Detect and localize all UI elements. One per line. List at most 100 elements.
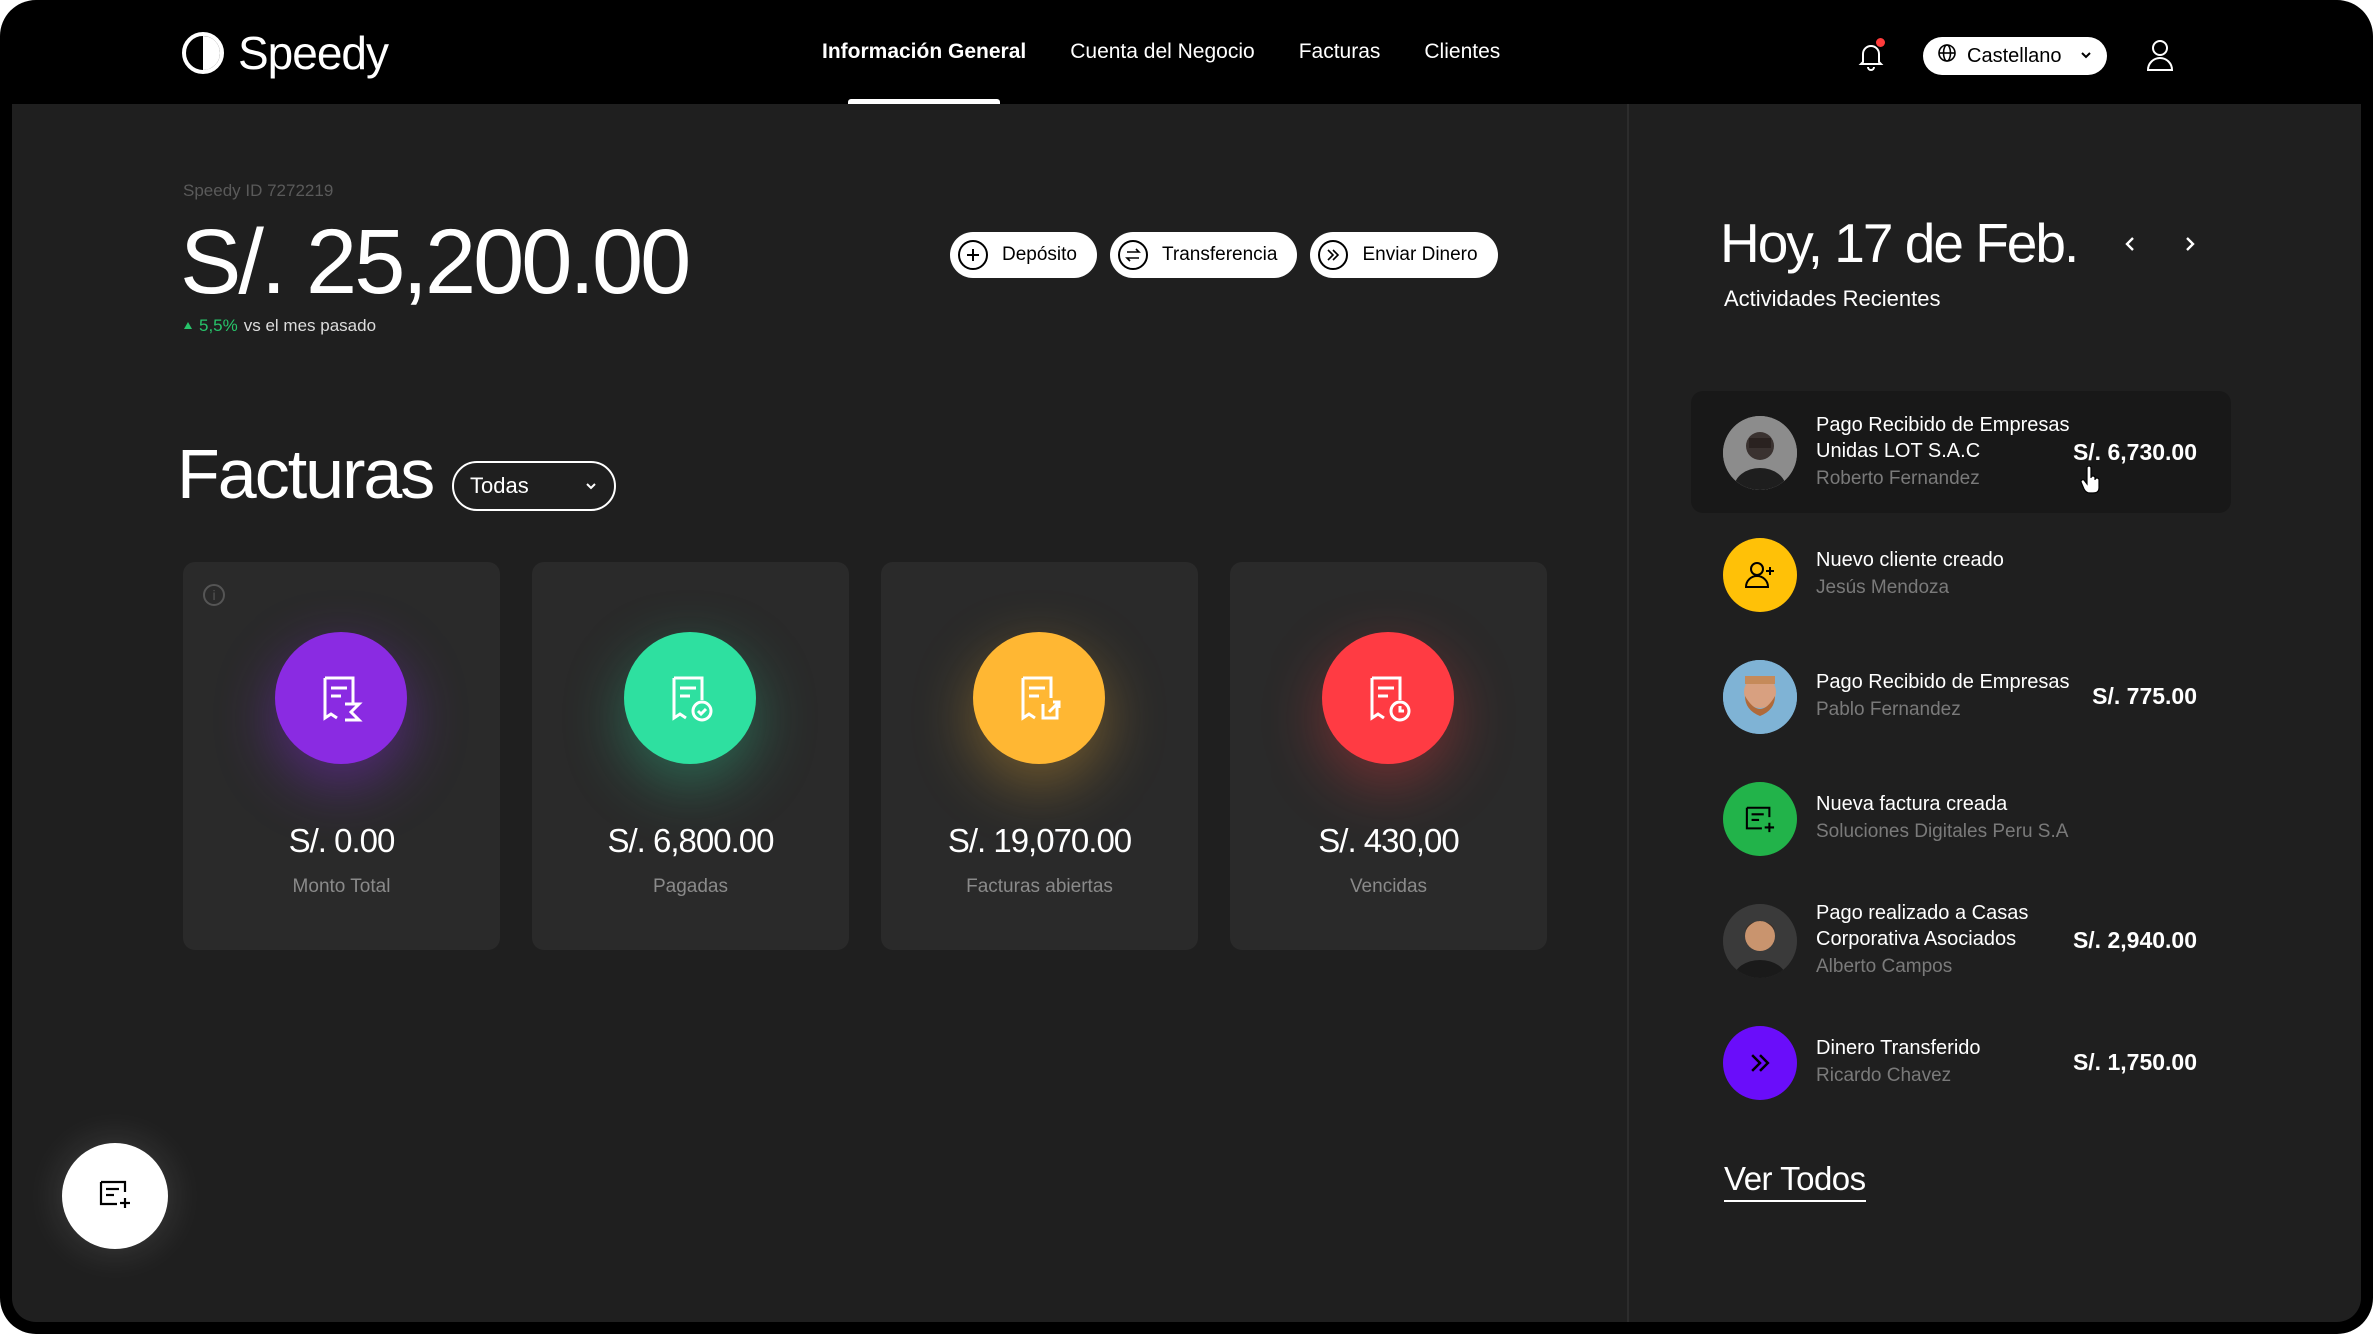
activity-title: Nuevo cliente creado [1816, 549, 2004, 571]
arrow-up-icon [183, 316, 193, 336]
invoice-card-open[interactable]: S/. 19,070.00 Facturas abiertas [881, 562, 1198, 950]
invoice-card-paid[interactable]: S/. 6,800.00 Pagadas [532, 562, 849, 950]
language-value: Castellano [1967, 44, 2062, 67]
activity-person: Soluciones Digitales Peru S.A [1816, 821, 2069, 842]
recent-activity-panel: Hoy, 17 de Feb. Actividades Recientes Pa… [1627, 104, 2361, 1322]
account-balance: S/. 25,200.00 [180, 211, 691, 313]
user-plus-icon [1723, 538, 1797, 612]
nav-item-facturas[interactable]: Facturas [1299, 0, 1381, 104]
invoice-amount: S/. 19,070.00 [947, 822, 1132, 859]
activity-person: Pablo Fernandez [1816, 699, 1961, 720]
balance-delta: 5,5% vs el mes pasado [183, 316, 376, 336]
avatar [1723, 660, 1797, 734]
list-item[interactable]: Nueva factura creada Soluciones Digitale… [1691, 757, 2231, 879]
invoice-label: Vencidas [1349, 876, 1428, 897]
invoice-label: Facturas abiertas [966, 876, 1113, 897]
double-chevron-icon [1318, 240, 1349, 270]
invoice-add-icon [97, 1178, 133, 1215]
activity-person: Ricardo Chavez [1816, 1065, 1952, 1086]
notification-bell-icon[interactable] [1855, 38, 1887, 72]
nav-item-cuenta-negocio[interactable]: Cuenta del Negocio [1070, 0, 1254, 104]
list-item-text: Pago realizado a Casas Corporativa Asoci… [1816, 879, 2086, 1001]
double-chevron-icon [1723, 1026, 1797, 1100]
activity-amount: S/. 775.00 [2092, 682, 2197, 709]
see-all-link[interactable]: Ver Todos [1724, 1160, 1866, 1202]
transfer-arrows-icon [1118, 240, 1148, 270]
invoice-card-overdue[interactable]: S/. 430,00 Vencidas [1230, 562, 1547, 950]
invoice-sum-icon [275, 632, 407, 764]
list-item-text: Nuevo cliente creado Jesús Mendoza [1816, 513, 2086, 635]
plus-circle-icon [958, 240, 988, 270]
chevron-down-icon [2079, 45, 2093, 68]
chevron-right-icon[interactable] [2175, 230, 2203, 258]
filter-value: Todas [470, 473, 529, 498]
logo-text: Speedy [238, 27, 389, 79]
hand-cursor-icon [2080, 465, 2102, 494]
list-item-text: Dinero Transferido Ricardo Chavez [1816, 1001, 2086, 1123]
list-item[interactable]: Nuevo cliente creado Jesús Mendoza [1691, 513, 2231, 635]
invoice-label: Pagadas [652, 876, 728, 897]
activity-title: Dinero Transferido [1816, 1037, 1981, 1059]
activity-title: Nueva factura creada [1816, 793, 2008, 815]
user-profile-icon[interactable] [2144, 38, 2176, 72]
new-invoice-fab[interactable] [62, 1143, 168, 1249]
deposit-label: Depósito [1002, 244, 1077, 265]
quick-actions: Depósito Transferencia Enviar Dinero [950, 232, 1498, 278]
invoice-amount: S/. 430,00 [1318, 822, 1459, 859]
globe-icon [1937, 43, 1957, 69]
activity-list: Pago Recibido de Empresas Unidas LOT S.A… [1691, 391, 2231, 1123]
logo-mark-icon [182, 32, 224, 74]
list-item[interactable]: Dinero Transferido Ricardo Chavez S/. 1,… [1691, 1001, 2231, 1123]
invoice-amount: S/. 6,800.00 [607, 822, 775, 859]
list-item-text: Pago Recibido de Empresas Unidas LOT S.A… [1816, 391, 2086, 513]
list-item[interactable]: Pago realizado a Casas Corporativa Asoci… [1691, 879, 2231, 1001]
invoices-filter-select[interactable]: Todas [452, 461, 616, 511]
avatar [1723, 904, 1797, 978]
delta-text: vs el mes pasado [243, 316, 377, 335]
invoices-title: Facturas [177, 435, 435, 513]
activity-amount: S/. 6,730.00 [2072, 438, 2197, 465]
chevron-left-icon[interactable] [2117, 230, 2145, 258]
invoice-amount: S/. 0.00 [288, 822, 396, 859]
deposit-button[interactable]: Depósito [950, 232, 1097, 278]
main-panel: Speedy ID 7272219 S/. 25,200.00 5,5% vs … [12, 104, 1627, 1322]
list-item-text: Nueva factura creada Soluciones Digitale… [1816, 757, 2086, 879]
activity-title: Pago Recibido de Empresas [1816, 671, 2070, 693]
activity-person: Roberto Fernandez [1816, 468, 1980, 489]
invoice-label: Monto Total [292, 876, 391, 897]
send-money-label: Enviar Dinero [1362, 244, 1478, 265]
list-item-text: Pago Recibido de Empresas Pablo Fernande… [1816, 635, 2086, 757]
info-icon[interactable]: i [203, 584, 225, 606]
activity-person: Jesús Mendoza [1816, 577, 1950, 598]
invoice-clock-icon [1322, 632, 1454, 764]
invoice-add-icon [1723, 782, 1797, 856]
activity-person: Alberto Campos [1816, 956, 1953, 977]
activity-amount: S/. 1,750.00 [2072, 1048, 2197, 1075]
logo[interactable]: Speedy [182, 26, 389, 80]
transfer-button[interactable]: Transferencia [1110, 232, 1298, 278]
date-title: Hoy, 17 de Feb. [1720, 212, 2079, 274]
activity-title: Pago Recibido de Empresas Unidas LOT S.A… [1816, 414, 2070, 462]
app-window: Speedy Información General Cuenta del Ne… [0, 0, 2373, 1334]
list-item[interactable]: Pago Recibido de Empresas Pablo Fernande… [1691, 635, 2231, 757]
chevron-down-icon [584, 473, 598, 499]
activity-amount: S/. 2,940.00 [2072, 926, 2197, 953]
main-nav: Información General Cuenta del Negocio F… [800, 0, 1522, 104]
avatar [1723, 416, 1797, 490]
invoice-cards: i S/. 0.00 Monto Total S/. 6,800.00 Paga… [183, 562, 1547, 950]
transfer-label: Transferencia [1162, 244, 1278, 265]
send-money-button[interactable]: Enviar Dinero [1310, 232, 1498, 278]
invoice-check-icon [624, 632, 756, 764]
nav-item-clientes[interactable]: Clientes [1424, 0, 1500, 104]
nav-item-informacion-general[interactable]: Información General [822, 0, 1026, 104]
account-id: Speedy ID 7272219 [183, 181, 334, 200]
invoice-open-icon [973, 632, 1105, 764]
invoice-card-total[interactable]: i S/. 0.00 Monto Total [183, 562, 500, 950]
notification-dot [1876, 38, 1885, 47]
recent-subtitle: Actividades Recientes [1724, 286, 1941, 311]
top-bar: Speedy Información General Cuenta del Ne… [0, 0, 2373, 104]
language-select[interactable]: Castellano [1923, 37, 2107, 75]
delta-percent: 5,5% [199, 316, 238, 335]
list-item[interactable]: Pago Recibido de Empresas Unidas LOT S.A… [1691, 391, 2231, 513]
activity-title: Pago realizado a Casas Corporativa Asoci… [1816, 902, 2029, 950]
